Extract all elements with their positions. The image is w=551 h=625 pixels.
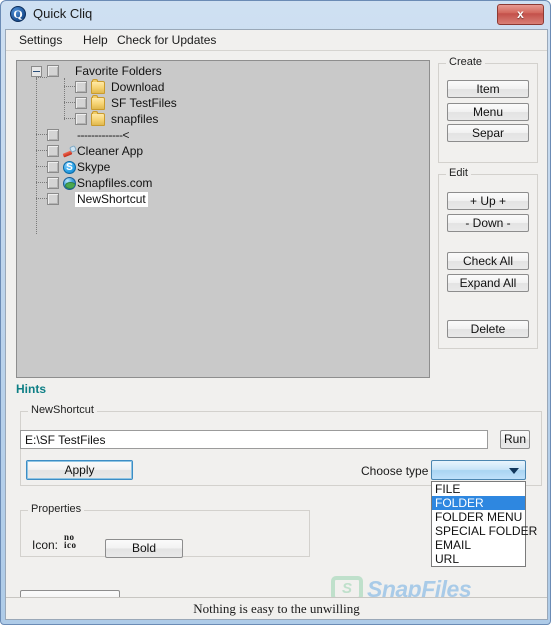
menu-help[interactable]: Help [80,33,111,47]
create-separ-button[interactable]: Separ [447,124,529,142]
choose-type-combobox[interactable] [431,460,526,480]
tree-checkbox[interactable] [75,97,87,109]
run-button[interactable]: Run [500,430,530,449]
tree-row[interactable]: -------------< [17,128,429,144]
tree-row[interactable]: SF TestFiles [17,95,429,112]
move-down-button[interactable]: - Down - [447,214,529,232]
tree-row[interactable]: Favorite Folders [17,64,429,80]
tree-item-label-selected: NewShortcut [75,192,148,207]
application-window: Q Quick Cliq x Settings Help Check for U… [0,0,551,625]
check-all-button[interactable]: Check All [447,252,529,270]
tree-checkbox[interactable] [47,65,59,77]
edit-group-title: Edit [446,167,471,179]
tree-checkbox[interactable] [75,81,87,93]
tree-row[interactable]: NewShortcut [17,192,429,208]
tree-separator-label: -------------< [77,128,129,142]
option-special-folder[interactable]: SPECIAL FOLDER [432,524,537,538]
option-file[interactable]: FILE [432,482,525,496]
menu-settings[interactable]: Settings [16,33,65,47]
folder-icon [91,111,105,126]
tree-item-label: Favorite Folders [75,64,162,78]
status-bar-text: Nothing is easy to the unwilling [193,601,360,616]
tree-item-label: Download [111,80,165,94]
title-bar: Q Quick Cliq x [1,1,550,29]
chevron-down-icon [509,468,519,474]
tree-checkbox[interactable] [47,129,59,141]
option-url[interactable]: URL [432,552,525,566]
tree-item-label: SF TestFiles [111,96,177,110]
move-up-button[interactable]: + Up + [447,192,529,210]
cleaner-app-icon [63,145,77,158]
status-bar: Nothing is easy to the unwilling [6,597,547,619]
delete-button[interactable]: Delete [447,320,529,338]
create-item-button[interactable]: Item [447,80,529,98]
option-email[interactable]: EMAIL [432,538,525,552]
expand-all-button[interactable]: Expand All [447,274,529,292]
choose-type-label: Choose type [361,464,429,478]
shortcut-path-input[interactable] [20,430,488,449]
window-title: Quick Cliq [33,6,93,21]
option-folder-menu[interactable]: FOLDER MENU [432,510,525,524]
close-button[interactable]: x [497,4,544,25]
folder-icon [91,95,105,110]
option-folder[interactable]: FOLDER [432,496,525,510]
no-icon-indicator: no ico [64,533,84,550]
tree-row[interactable]: Cleaner App [17,144,429,160]
client-area: Settings Help Check for Updates Favorite… [5,29,548,620]
hints-label: Hints [16,382,46,396]
create-group-title: Create [446,56,486,68]
choose-type-dropdown-list[interactable]: FILE FOLDER FOLDER MENU SPECIAL FOLDER E… [431,481,537,567]
tree-row[interactable]: Download [17,79,429,96]
no-icon-line2: ico [64,540,77,550]
menu-check-for-updates[interactable]: Check for Updates [114,33,219,47]
tree-checkbox[interactable] [47,161,59,173]
tree-row[interactable]: snapfiles [17,111,429,128]
skype-icon: S [63,161,76,174]
icon-label: Icon: [32,538,59,552]
tree-checkbox[interactable] [47,145,59,157]
tree-item-label: Cleaner App [77,144,144,158]
quick-cliq-icon: Q [10,6,26,22]
tree-item-label: snapfiles [111,112,159,126]
shortcut-group-title: NewShortcut [28,404,97,416]
tree-expander-icon[interactable] [31,66,42,77]
tree-item-label: Snapfiles.com [77,176,153,190]
properties-group-title: Properties [28,503,85,515]
favorites-tree[interactable]: Favorite Folders Download SF TestFiles s… [16,60,430,378]
folder-icon [91,79,105,94]
globe-icon [63,177,76,190]
tree-checkbox[interactable] [47,177,59,189]
bold-button[interactable]: Bold [105,539,183,558]
menu-bar: Settings Help Check for Updates [6,30,547,51]
tree-row[interactable]: Snapfiles.com [17,176,429,192]
tree-checkbox[interactable] [75,113,87,125]
create-menu-button[interactable]: Menu [447,103,529,121]
apply-button[interactable]: Apply [26,460,133,480]
tree-item-label: Skype [77,160,111,174]
tree-checkbox[interactable] [47,193,59,205]
tree-row[interactable]: S Skype [17,160,429,176]
